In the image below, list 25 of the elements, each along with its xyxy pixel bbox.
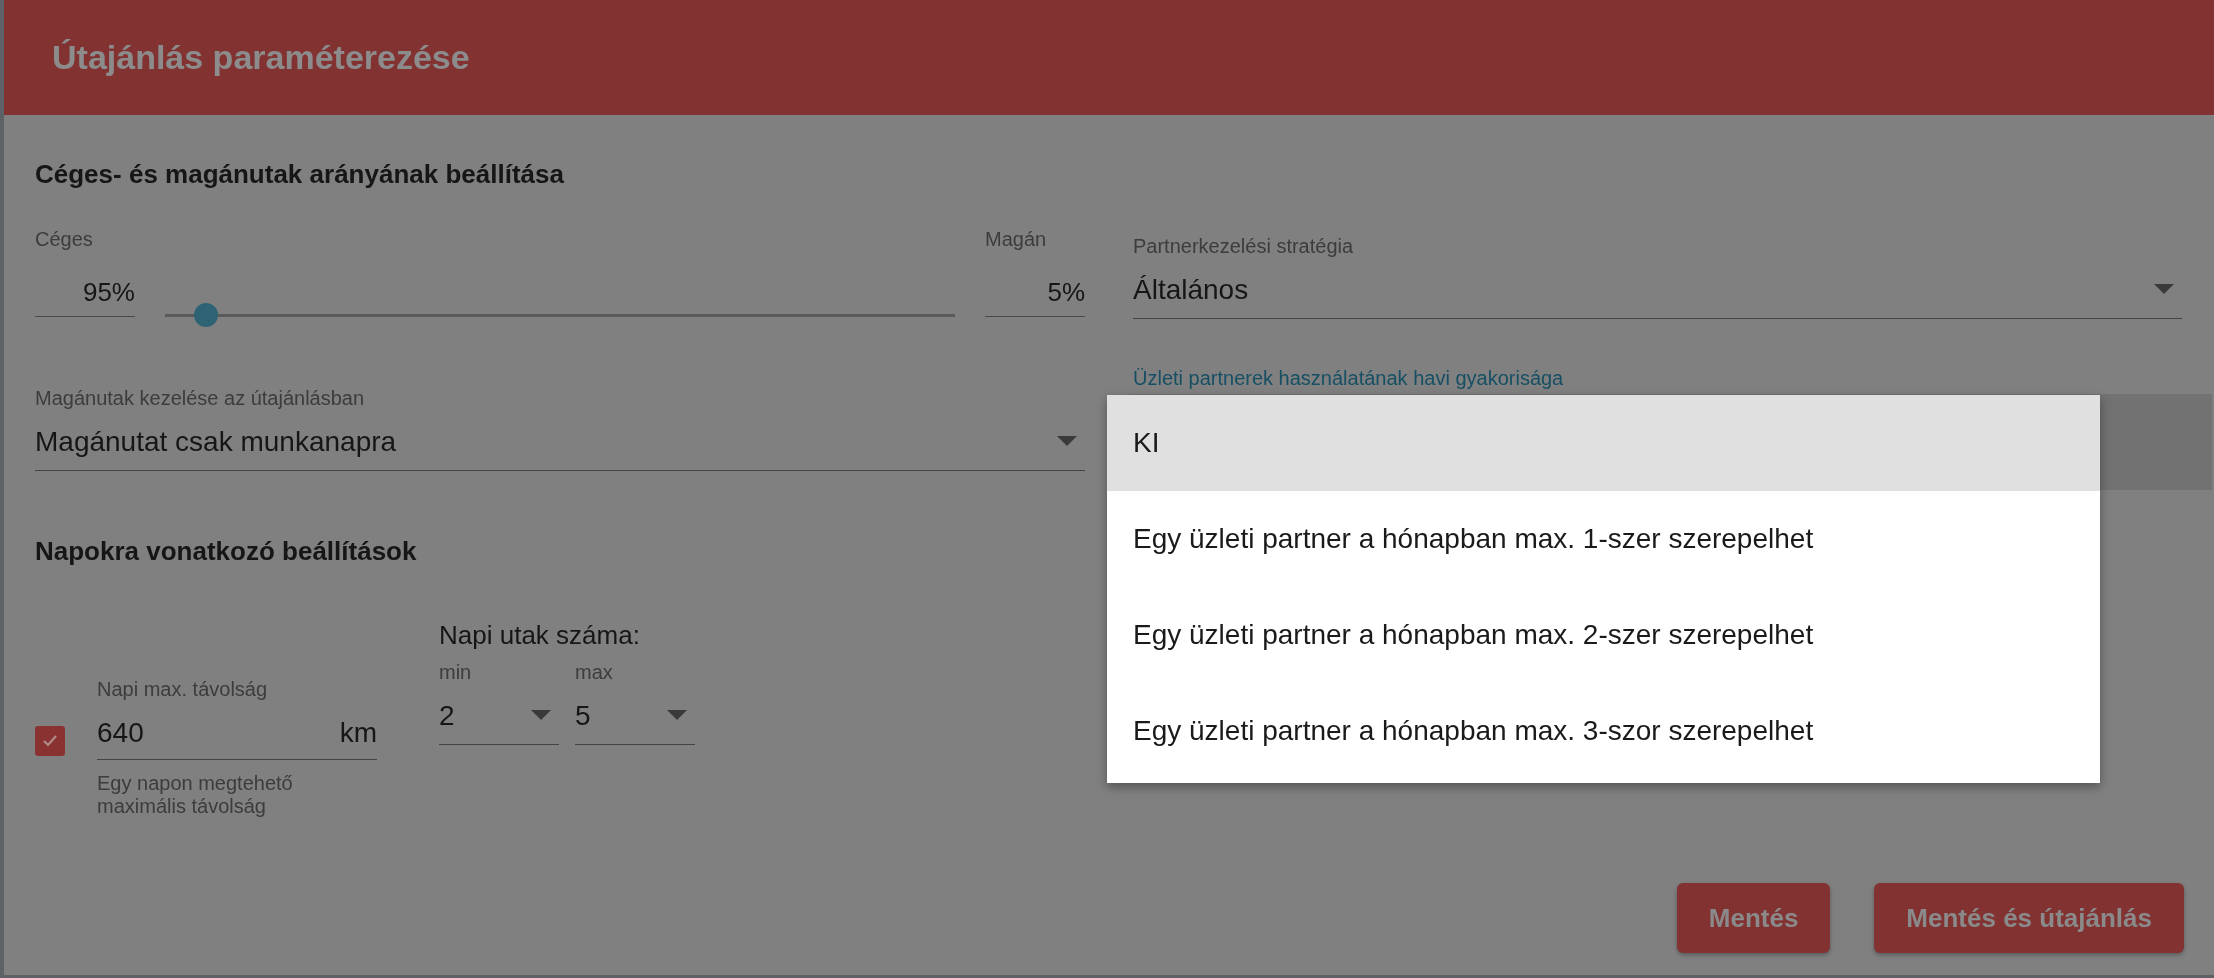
caret-icon	[667, 710, 687, 720]
dialog-title: Útajánlás paraméterezése	[52, 38, 470, 77]
save-button[interactable]: Mentés és útajánlás	[1874, 883, 2184, 953]
field-group-label: Napi utak száma:	[439, 620, 641, 651]
save-button[interactable]: Mentés	[1676, 883, 1831, 953]
slider-thumb[interactable]	[193, 303, 218, 327]
menu-item[interactable]: Egy üzleti partner a hónapban max. 1-szer szerepelhet	[1107, 491, 2100, 587]
checkbox[interactable]	[35, 726, 65, 756]
select-field[interactable]: min 2	[439, 661, 559, 745]
menu-item[interactable]: KI	[1107, 395, 2100, 491]
menu-item[interactable]: Egy üzleti partner a hónapban max. 2-szer szerepelhet	[1107, 587, 2100, 683]
select-field[interactable]: max 5	[575, 661, 695, 745]
distance-field[interactable]: Napi max. távolság 640 km	[97, 678, 377, 760]
field-hint: Egy napon megtehető maximális távolság	[97, 772, 294, 818]
menu-item[interactable]: Egy üzleti partner a hónapban max. 3-szor szerepelhet	[1107, 683, 2100, 779]
select-field[interactable]: Partnerkezelési stratégia Általános	[1133, 235, 2182, 319]
percent-field[interactable]: Magán 5%	[985, 228, 1085, 317]
field-label: Üzleti partnerek használatának havi gyakorisága	[1133, 367, 1565, 390]
caret-icon	[1057, 436, 1077, 446]
section-heading: Napokra vonatkozó beállítások	[35, 536, 418, 567]
select-field[interactable]: Magánutak kezelése az útajánlásban Magánutat csak munkanapra	[35, 387, 1085, 471]
caret-icon	[531, 710, 551, 720]
caret-icon	[2154, 284, 2174, 294]
section-heading: Céges- és magánutak arányának beállítása	[35, 159, 565, 190]
percent-field[interactable]: Céges 95%	[35, 228, 135, 317]
